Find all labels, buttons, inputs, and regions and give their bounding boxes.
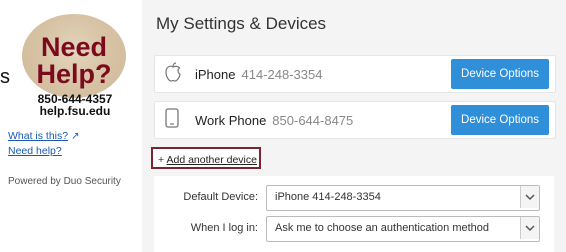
default-device-label: Default Device: [183, 191, 258, 203]
device-name: Work Phone [195, 113, 267, 128]
login-method-select[interactable]: Ask me to choose an authentication metho… [266, 216, 540, 242]
device-row-work-phone: Work Phone 850-644-8475 Device Options [154, 101, 556, 139]
logo-need-help: Need Help? [36, 32, 112, 89]
chevron-down-icon [520, 217, 539, 239]
what-is-this-link[interactable]: What is this? ↗ [8, 130, 80, 142]
main-panel: My Settings & Devices iPhone 414-248-3354… [142, 0, 566, 252]
settings-panel: Default Device: iPhone 414-248-3354 When… [154, 176, 554, 252]
login-row: When I log in: Ask me to choose an authe… [154, 216, 554, 242]
add-device-prefix: + [158, 154, 165, 166]
device-number: 850-644-8475 [272, 113, 354, 128]
login-label: When I log in: [190, 222, 258, 234]
apple-icon [165, 62, 181, 88]
sidebar: s Need Help? 850-644-4357 help.fsu.edu Wh… [0, 0, 142, 252]
powered-by: Powered by Duo Security [8, 176, 121, 187]
add-device-link[interactable]: Add another device [166, 154, 256, 166]
phone-icon [165, 108, 179, 134]
help-site: help.fsu.edu [39, 104, 111, 118]
default-device-select[interactable]: iPhone 414-248-3354 [266, 185, 540, 211]
device-number: 414-248-3354 [241, 67, 323, 82]
external-link-icon: ↗ [71, 131, 80, 142]
chevron-down-icon [520, 186, 539, 208]
add-device-box: + Add another device [151, 147, 261, 169]
device-options-button[interactable]: Device Options [451, 105, 549, 135]
device-name: iPhone [195, 67, 236, 82]
need-help-link[interactable]: Need help? [8, 145, 80, 157]
device-row-iphone: iPhone 414-248-3354 Device Options [154, 55, 556, 93]
page-title: My Settings & Devices [156, 14, 327, 33]
edge-mark: s [0, 66, 10, 88]
device-options-button[interactable]: Device Options [451, 59, 549, 89]
default-device-row: Default Device: iPhone 414-248-3354 [154, 185, 554, 211]
help-logo: Need Help? 850-644-4357 help.fsu.edu [22, 14, 134, 118]
